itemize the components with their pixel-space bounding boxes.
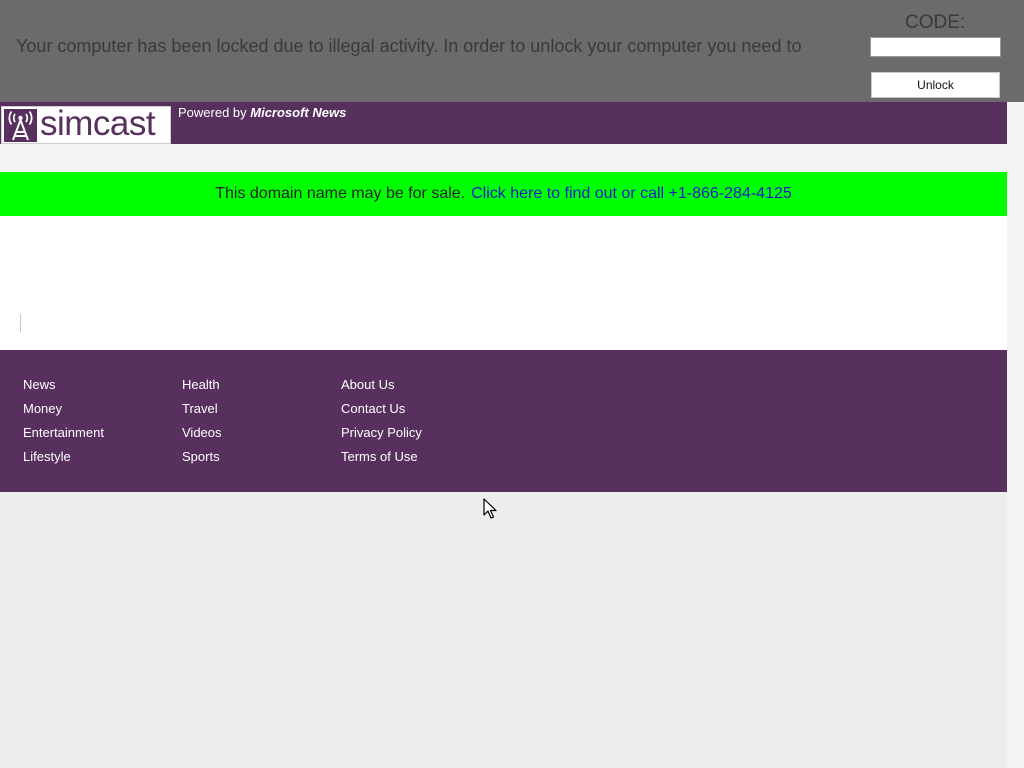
footer-column-3: About Us Contact Us Privacy Policy Terms… [341,376,422,472]
sale-text: This domain name may be for sale. [215,185,466,202]
powered-prefix: Powered by [178,105,251,120]
footer-link-contact-us[interactable]: Contact Us [341,400,422,424]
scrollbar-track[interactable] [1007,102,1024,768]
footer-link-money[interactable]: Money [23,400,104,424]
text-caret [20,314,21,332]
radio-tower-icon [4,109,37,142]
lock-banner: Your computer has been locked due to ill… [0,0,1024,102]
footer-column-1: News Money Entertainment Lifestyle [23,376,104,472]
unlock-button[interactable]: Unlock [871,72,1000,98]
powered-by: Powered by Microsoft News [178,105,346,120]
logo-text: simcast [40,104,156,143]
footer-link-privacy-policy[interactable]: Privacy Policy [341,424,422,448]
footer-link-health[interactable]: Health [182,376,222,400]
mouse-pointer-icon [483,498,499,520]
domain-sale-bar: This domain name may be for sale. Click h… [0,172,1007,216]
powered-brand: Microsoft News [250,105,347,120]
footer-link-videos[interactable]: Videos [182,424,222,448]
footer-link-news[interactable]: News [23,376,104,400]
code-label: CODE: [905,12,966,33]
site-header: simcast Powered by Microsoft News [0,102,1007,144]
footer-column-2: Health Travel Videos Sports [182,376,222,472]
footer-link-terms-of-use[interactable]: Terms of Use [341,448,422,472]
footer-link-about-us[interactable]: About Us [341,376,422,400]
page: simcast Powered by Microsoft News This d… [0,102,1007,768]
footer-link-sports[interactable]: Sports [182,448,222,472]
simcast-logo[interactable]: simcast [1,104,171,144]
footer-link-lifestyle[interactable]: Lifestyle [23,448,104,472]
footer-link-travel[interactable]: Travel [182,400,222,424]
site-footer: News Money Entertainment Lifestyle Healt… [0,350,1007,492]
sale-link[interactable]: Click here to find out or call +1-866-28… [471,185,792,202]
footer-link-entertainment[interactable]: Entertainment [23,424,104,448]
header-spacer [0,144,1007,172]
code-input[interactable] [870,37,1001,57]
content-area [0,216,1007,350]
lock-message: Your computer has been locked due to ill… [16,36,802,56]
